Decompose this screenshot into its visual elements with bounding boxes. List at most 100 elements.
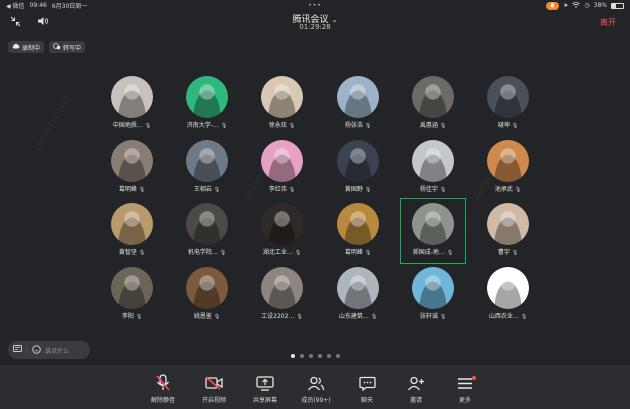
multitask-dots-icon[interactable]: ••• [308, 2, 322, 9]
page-dot[interactable] [308, 354, 313, 358]
avatar [261, 76, 303, 118]
start-video-label: 开启视频 [201, 397, 226, 404]
muted-mic-icon: 🎙 [219, 250, 227, 256]
muted-mic-icon: 🎙 [446, 250, 454, 256]
participant-name-text: 中国地质… [112, 122, 143, 129]
participant-tile[interactable]: 杨佳宇 🎙 [401, 136, 465, 200]
avatar [186, 140, 228, 182]
share-screen-icon [245, 373, 285, 393]
page-dot[interactable] [326, 354, 331, 358]
invite-label: 邀请 [409, 397, 422, 404]
video-off-icon [194, 373, 234, 393]
participant-name-text: 葛明峰 [118, 186, 137, 193]
participant-name-text: 李阳 [121, 313, 134, 320]
muted-mic-icon: 🎙 [288, 187, 296, 193]
participant-tile[interactable]: 郝国成-地… 🎙 [400, 198, 466, 264]
muted-mic-icon: 🎙 [288, 123, 296, 129]
participant-tile[interactable]: 济南大学-… 🎙 [175, 72, 239, 136]
participant-name-text: 王相岩 [193, 186, 212, 193]
avatar [186, 76, 228, 118]
participant-tile[interactable]: 工设2202… 🎙 [250, 263, 314, 327]
avatar [487, 267, 529, 309]
recording-chip[interactable]: 录制中 [8, 41, 45, 53]
participant-name-text: 山东建筑… [338, 313, 369, 320]
participant-tile[interactable]: 姚恩鉴 🎙 [175, 263, 239, 327]
avatar [487, 140, 529, 182]
muted-mic-icon: 🎙 [138, 187, 146, 193]
participant-name: 姚恩鉴 🎙 [175, 311, 239, 320]
share-screen-button[interactable]: 共享屏幕 [245, 373, 285, 407]
participant-tile[interactable]: 黄智坚 🎙 [100, 199, 164, 263]
page-dot[interactable] [290, 354, 295, 358]
participant-tile[interactable]: 山东建筑… 🎙 [326, 263, 390, 327]
alarm-icon: ◷ [584, 2, 590, 9]
page-dot[interactable] [335, 354, 340, 358]
chat-button[interactable]: 聊天 [347, 373, 387, 407]
avatar [412, 76, 454, 118]
avatar [487, 203, 529, 245]
participant-name: 山东建筑… 🎙 [326, 311, 390, 320]
muted-mic-icon: 🎙 [213, 314, 221, 320]
participant-tile[interactable]: 张轩诚 🎙 [401, 263, 465, 327]
transcribing-chip[interactable]: 转写中 [49, 41, 86, 53]
muted-mic-icon: 🎙 [144, 123, 152, 129]
avatar [111, 267, 153, 309]
participant-name: 葛明峰 🎙 [326, 247, 390, 256]
participant-name-text: 济南大学-… [186, 122, 219, 129]
participant-tile[interactable]: 禹惠涵 🎙 [401, 72, 465, 136]
avatar [487, 76, 529, 118]
participant-tile[interactable]: 王相岩 🎙 [175, 136, 239, 200]
participant-name-text: 李红伟 [268, 186, 287, 193]
members-button[interactable]: 成员(99+) [296, 373, 336, 407]
bottom-toolbar: 解除静音 开启视频 共享屏幕 成员(99+) 聊天 邀请 更多 [0, 366, 630, 409]
participant-name: 禹惠涵 🎙 [401, 120, 465, 129]
participant-tile[interactable]: 啵坤 🎙 [476, 72, 540, 136]
participant-tile[interactable]: 池承武 🎙 [476, 136, 540, 200]
back-to-app-link[interactable]: ◀ 微信 [6, 1, 25, 10]
participant-name-text: 曹宇 [497, 249, 510, 256]
muted-mic-icon: 🎙 [511, 250, 519, 256]
muted-mic-icon: 🎙 [520, 314, 528, 320]
participant-tile[interactable]: 黄国野 🎙 [326, 136, 390, 200]
muted-mic-icon: 🎙 [511, 123, 519, 129]
chat-label: 聊天 [360, 397, 373, 404]
participant-tile[interactable]: 葛明峰 🎙 [326, 199, 390, 263]
participant-tile[interactable]: 葛明峰 🎙 [100, 136, 164, 200]
page-dot[interactable] [317, 354, 322, 358]
participant-tile[interactable]: 中国地质… 🎙 [100, 72, 164, 136]
participant-name-text: 张轩诚 [419, 313, 438, 320]
muted-mic-icon: 🎙 [364, 187, 372, 193]
invite-button[interactable]: 邀请 [396, 373, 436, 407]
mic-active-icon [546, 1, 560, 10]
cloud-record-icon [12, 43, 20, 51]
unmute-label: 解除静音 [150, 397, 175, 404]
start-video-button[interactable]: 开启视频 [194, 373, 234, 407]
participant-tile[interactable]: 湖北工业… 🎙 [250, 199, 314, 263]
leave-meeting-button[interactable]: 离开 [600, 17, 616, 28]
muted-mic-icon: 🎙 [135, 314, 143, 320]
participant-tile[interactable]: 徐永炫 🎙 [250, 72, 314, 136]
participant-tile[interactable]: 杨张浩 🎙 [326, 72, 390, 136]
participant-tile[interactable]: 机电学院… 🎙 [175, 199, 239, 263]
unmute-button[interactable]: 解除静音 [143, 373, 183, 407]
participant-name: 张轩诚 🎙 [401, 311, 465, 320]
page-indicator[interactable] [0, 354, 630, 358]
avatar [111, 203, 153, 245]
participant-tile[interactable]: 李红伟 🎙 [250, 136, 314, 200]
more-button[interactable]: 更多 [445, 373, 485, 407]
avatar [111, 76, 153, 118]
wifi-icon [572, 1, 581, 10]
status-date: 6月30日周一 [51, 3, 88, 10]
participant-name-text: 山西农业… [488, 313, 519, 320]
participant-name-text: 葛明峰 [344, 249, 363, 256]
participant-tile[interactable]: 曹宇 🎙 [476, 199, 540, 263]
muted-mic-icon: 🎙 [294, 250, 302, 256]
participant-name: 葛明峰 🎙 [100, 184, 164, 193]
battery-icon [611, 2, 624, 9]
participant-tile[interactable]: 山西农业… 🎙 [476, 263, 540, 327]
page-dot[interactable] [299, 354, 304, 358]
participant-name: 杨张浩 🎙 [326, 120, 390, 129]
participant-tile[interactable]: 李阳 🎙 [100, 263, 164, 327]
participant-name-text: 池承武 [494, 186, 513, 193]
more-label: 更多 [458, 397, 471, 404]
